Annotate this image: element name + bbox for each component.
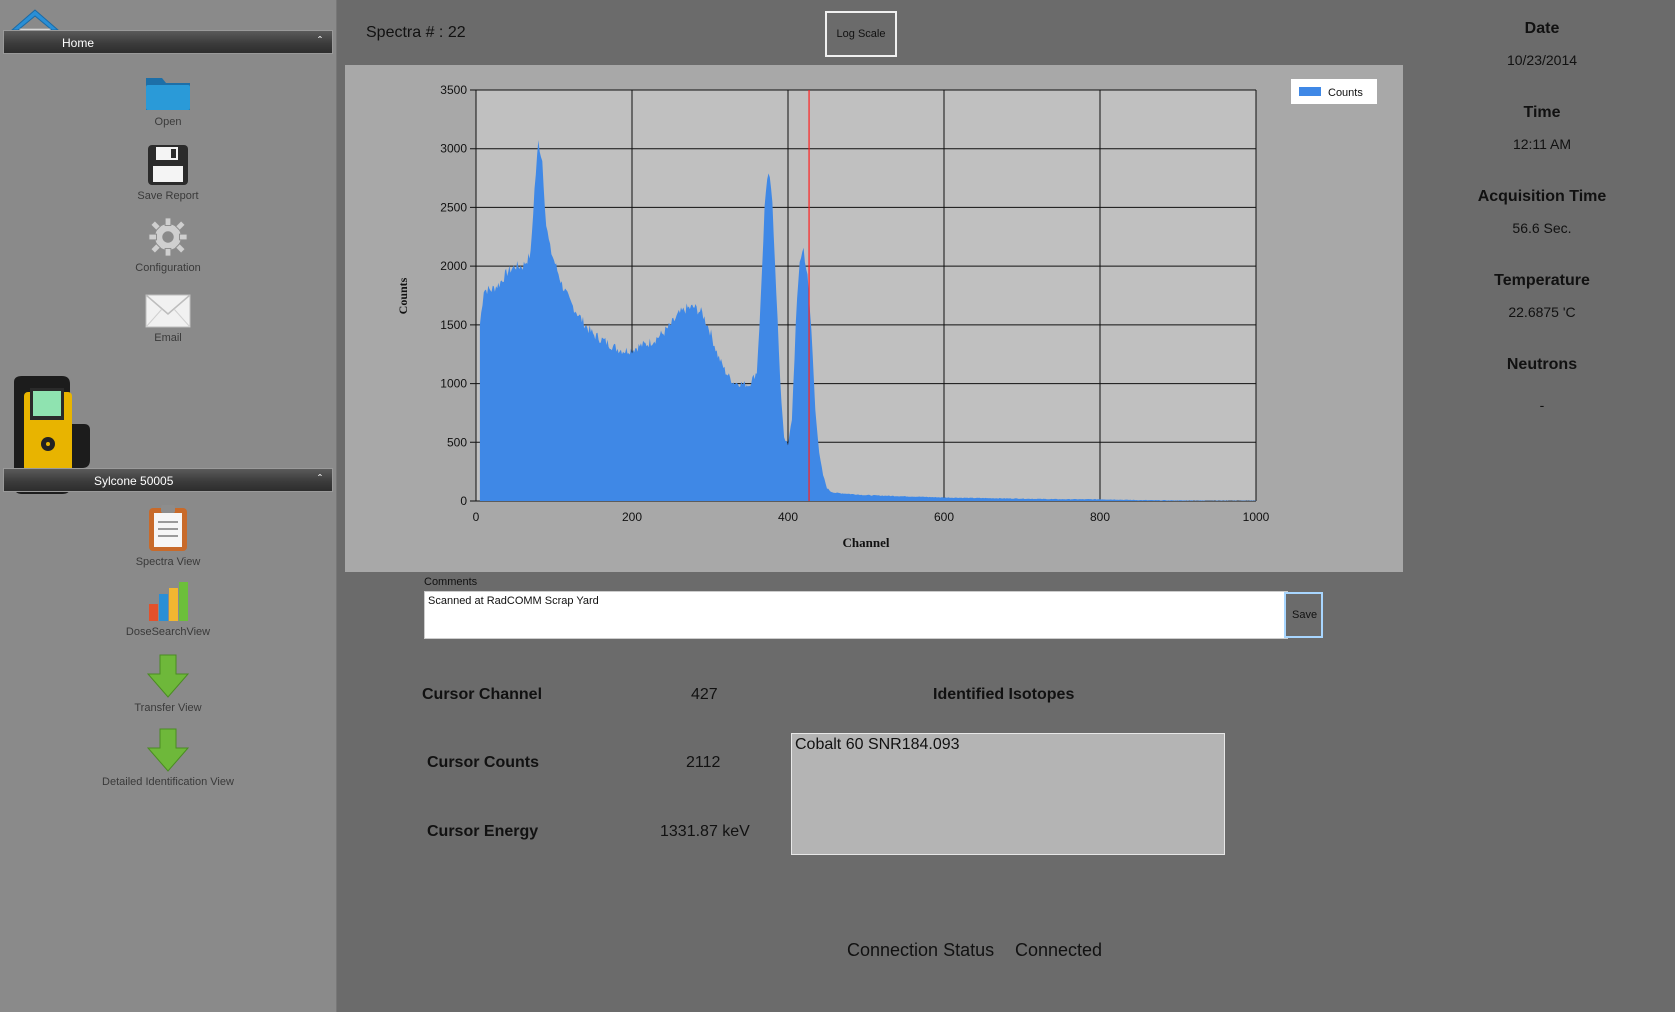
nav-open[interactable]: Open (68, 72, 268, 128)
y-tick-label: 1000 (440, 377, 467, 391)
spectrum-chart[interactable]: 0 200 400 600 800 1000 0 500 1000 1500 2000 2500 300… (345, 65, 1403, 572)
temperature-value: 22.6875 'C (1508, 304, 1576, 320)
legend-label: Counts (1328, 87, 1363, 99)
nav-dose-search-view[interactable]: DoseSearchView (68, 580, 268, 638)
nav-detailed-identification-view[interactable]: Detailed Identification View (68, 728, 268, 788)
envelope-icon (145, 294, 191, 328)
isotope-item[interactable]: Cobalt 60 SNR184.093 (795, 736, 1221, 754)
date-value: 10/23/2014 (1506, 52, 1578, 68)
x-tick-label: 1000 (1243, 510, 1270, 524)
x-tick-label: 200 (622, 510, 642, 524)
nav-transfer-view-label: Transfer View (134, 702, 202, 714)
x-tick-label: 400 (778, 510, 798, 524)
nav-spectra-view[interactable]: Spectra View (68, 504, 268, 568)
nav-configuration[interactable]: Configuration (68, 216, 268, 274)
nav-configuration-label: Configuration (135, 262, 201, 274)
legend-swatch (1299, 87, 1321, 96)
down-arrow-icon (146, 728, 190, 772)
nav-transfer-view[interactable]: Transfer View (68, 654, 268, 714)
y-tick-label: 1500 (440, 318, 467, 332)
cursor-energy-label: Cursor Energy (427, 823, 539, 840)
time-value: 12:11 AM (1512, 136, 1572, 152)
nav-save-report-label: Save Report (137, 190, 199, 202)
connection-status-value: Connected (1015, 940, 1103, 960)
chart-legend: Counts (1291, 79, 1377, 104)
cursor-channel-value: 427 (691, 686, 718, 703)
x-tick-label: 600 (934, 510, 954, 524)
acquisition-time-label: Acquisition Time (1477, 188, 1607, 205)
y-tick-label: 0 (460, 494, 467, 508)
home-section-header[interactable]: Home ˆ (3, 30, 333, 54)
nav-save-report[interactable]: Save Report (68, 144, 268, 202)
time-label: Time (1523, 104, 1561, 121)
spectrum-chart-panel: 0 200 400 600 800 1000 0 500 1000 1500 2000 2500 300… (345, 65, 1403, 572)
nav-open-label: Open (154, 116, 182, 128)
y-tick-label: 500 (447, 435, 467, 449)
sidebar: Home ˆ Open Save Report Configuration Em… (0, 0, 337, 1012)
cursor-energy-value: 1331.87 keV (660, 823, 750, 840)
nav-email-label: Email (154, 332, 182, 344)
main-panel: Spectra # : 22 Log Scale 0 200 400 600 800 10… (337, 0, 1675, 1012)
spectra-number: Spectra # : 22 (366, 24, 466, 41)
temperature-label: Temperature (1494, 272, 1590, 289)
floppy-icon (148, 145, 188, 185)
comments-label: Comments (424, 576, 478, 588)
x-axis-label: Channel (843, 535, 890, 550)
home-section-label: Home (62, 36, 95, 50)
save-comments-button[interactable]: Save (1284, 592, 1323, 638)
bar-chart-icon (149, 582, 188, 621)
device-section-label: Sylcone 50005 (94, 474, 174, 488)
y-tick-label: 3000 (440, 142, 467, 156)
gear-icon (148, 217, 188, 257)
nav-dose-search-view-label: DoseSearchView (125, 626, 211, 638)
device-section-header[interactable]: Sylcone 50005 ˆ (3, 468, 333, 492)
y-tick-label: 3500 (440, 83, 467, 97)
acquisition-time-value: 56.6 Sec. (1512, 220, 1572, 236)
x-tick-label: 0 (473, 510, 480, 524)
identified-isotopes-label: Identified Isotopes (933, 686, 1075, 703)
folder-icon (146, 78, 190, 110)
neutrons-label: Neutrons (1506, 356, 1578, 373)
log-scale-button[interactable]: Log Scale (825, 11, 897, 57)
clipboard-icon (149, 505, 187, 551)
nav-detailed-identification-view-label: Detailed Identification View (102, 776, 234, 788)
chevron-up-icon[interactable]: ˆ (318, 472, 322, 486)
y-tick-label: 2500 (440, 200, 467, 214)
nav-email[interactable]: Email (68, 294, 268, 344)
comments-field[interactable]: Scanned at RadCOMM Scrap Yard (424, 591, 1288, 639)
connection-status-label: Connection Status (847, 940, 995, 960)
down-arrow-icon (146, 654, 190, 698)
date-label: Date (1524, 20, 1560, 37)
x-tick-label: 800 (1090, 510, 1110, 524)
y-tick-label: 2000 (440, 259, 467, 273)
cursor-counts-label: Cursor Counts (427, 754, 539, 771)
chevron-up-icon[interactable]: ˆ (318, 34, 322, 48)
neutrons-value: - (1539, 397, 1545, 413)
isotopes-list[interactable]: Cobalt 60 SNR184.093 (791, 733, 1225, 855)
cursor-channel-label: Cursor Channel (422, 686, 543, 703)
y-axis-label: Counts (396, 277, 410, 314)
nav-spectra-view-label: Spectra View (135, 556, 201, 568)
cursor-counts-value: 2112 (686, 754, 721, 771)
